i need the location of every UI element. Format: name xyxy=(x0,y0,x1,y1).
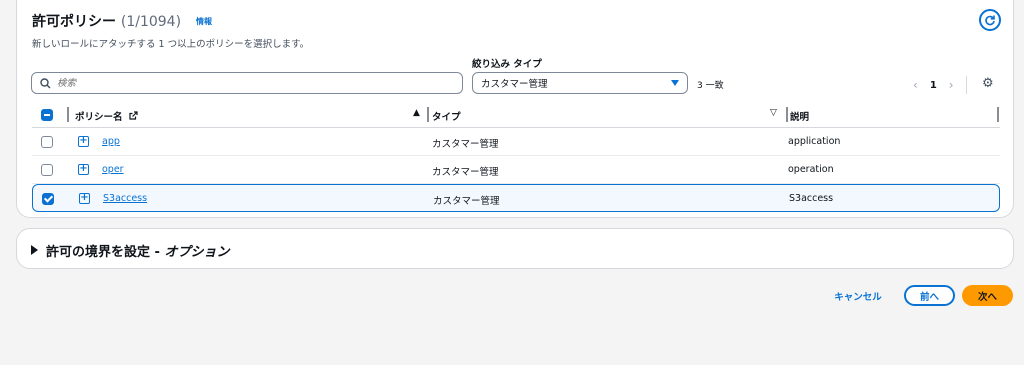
column-divider xyxy=(427,107,429,122)
column-divider xyxy=(786,107,788,122)
pagination: ‹ 1 › xyxy=(913,76,967,94)
permissions-boundary-section[interactable]: 許可の境界を設定 - オプション xyxy=(16,228,1014,269)
permissions-boundary-toggle[interactable]: 許可の境界を設定 - オプション xyxy=(31,241,229,260)
column-policy-name[interactable]: ポリシー名 xyxy=(75,109,138,123)
pagination-divider xyxy=(965,76,967,94)
prev-page-button[interactable]: ‹ xyxy=(913,78,918,92)
expand-icon[interactable]: + xyxy=(79,193,90,204)
boundary-title-text: 許可の境界を設定 - xyxy=(46,245,165,260)
policy-name-link[interactable]: app xyxy=(102,136,120,147)
search-input[interactable] xyxy=(57,77,437,89)
filter-type-value: カスタマー管理 xyxy=(481,79,548,90)
column-divider xyxy=(67,107,69,122)
policy-description: application xyxy=(788,136,841,147)
external-link-icon xyxy=(129,111,138,120)
sort-ascending-icon[interactable]: ▲ xyxy=(413,108,420,118)
next-button[interactable]: 次へ xyxy=(962,285,1013,306)
policy-table: ポリシー名 ▲ タイプ ▽ 説明 + app カスタマー管理 applicati… xyxy=(32,101,1000,212)
policy-description: operation xyxy=(788,164,834,175)
policy-description: S3access xyxy=(789,193,834,204)
column-divider xyxy=(997,107,999,122)
table-row[interactable]: + app カスタマー管理 application xyxy=(32,128,1000,156)
selection-count: (1/1094) xyxy=(120,14,182,30)
previous-button[interactable]: 前へ xyxy=(904,285,955,306)
column-type[interactable]: タイプ xyxy=(432,109,461,123)
next-page-button[interactable]: › xyxy=(949,78,954,92)
caret-down-icon xyxy=(671,80,679,86)
policy-type: カスタマー管理 xyxy=(433,196,500,207)
expand-icon[interactable]: + xyxy=(78,164,89,175)
info-link[interactable]: 情報 xyxy=(196,16,212,27)
row-checkbox[interactable] xyxy=(42,193,54,205)
refresh-button[interactable] xyxy=(979,9,1001,31)
row-checkbox[interactable] xyxy=(41,136,53,148)
column-description[interactable]: 説明 xyxy=(790,109,809,123)
permissions-policies-panel: 許可ポリシー (1/1094) 情報 新しいロールにアタッチする 1 つ以上のポ… xyxy=(16,0,1014,218)
panel-description: 新しいロールにアタッチする 1 つ以上のポリシーを選択します。 xyxy=(32,39,310,50)
gear-icon[interactable]: ⚙ xyxy=(982,76,994,91)
sort-toggle-icon[interactable]: ▽ xyxy=(770,108,777,118)
table-header: ポリシー名 ▲ タイプ ▽ 説明 xyxy=(32,101,1000,128)
boundary-optional-text: オプション xyxy=(164,245,230,260)
panel-title: 許可ポリシー (1/1094) xyxy=(32,11,181,31)
policy-name-link[interactable]: S3access xyxy=(103,193,147,204)
filter-type-label: 絞り込み タイプ xyxy=(472,59,542,70)
policy-type: カスタマー管理 xyxy=(432,139,499,150)
panel-title-text: 許可ポリシー xyxy=(32,14,116,30)
policy-type: カスタマー管理 xyxy=(432,167,499,178)
policy-name-link[interactable]: oper xyxy=(102,164,124,175)
search-box[interactable] xyxy=(31,72,463,94)
cancel-button[interactable]: キャンセル xyxy=(825,285,891,306)
caret-right-icon xyxy=(31,245,38,255)
refresh-icon xyxy=(985,15,995,26)
select-all-checkbox[interactable] xyxy=(41,109,53,121)
filter-type-select[interactable]: カスタマー管理 xyxy=(472,72,688,94)
search-icon xyxy=(40,77,51,88)
table-row-selected[interactable]: + S3access カスタマー管理 S3access xyxy=(32,184,1000,212)
current-page[interactable]: 1 xyxy=(930,80,937,91)
row-checkbox[interactable] xyxy=(41,164,53,176)
expand-icon[interactable]: + xyxy=(78,136,89,147)
column-policy-name-label: ポリシー名 xyxy=(75,112,123,123)
table-row[interactable]: + oper カスタマー管理 operation xyxy=(32,156,1000,184)
match-count: 3 一致 xyxy=(697,81,724,91)
